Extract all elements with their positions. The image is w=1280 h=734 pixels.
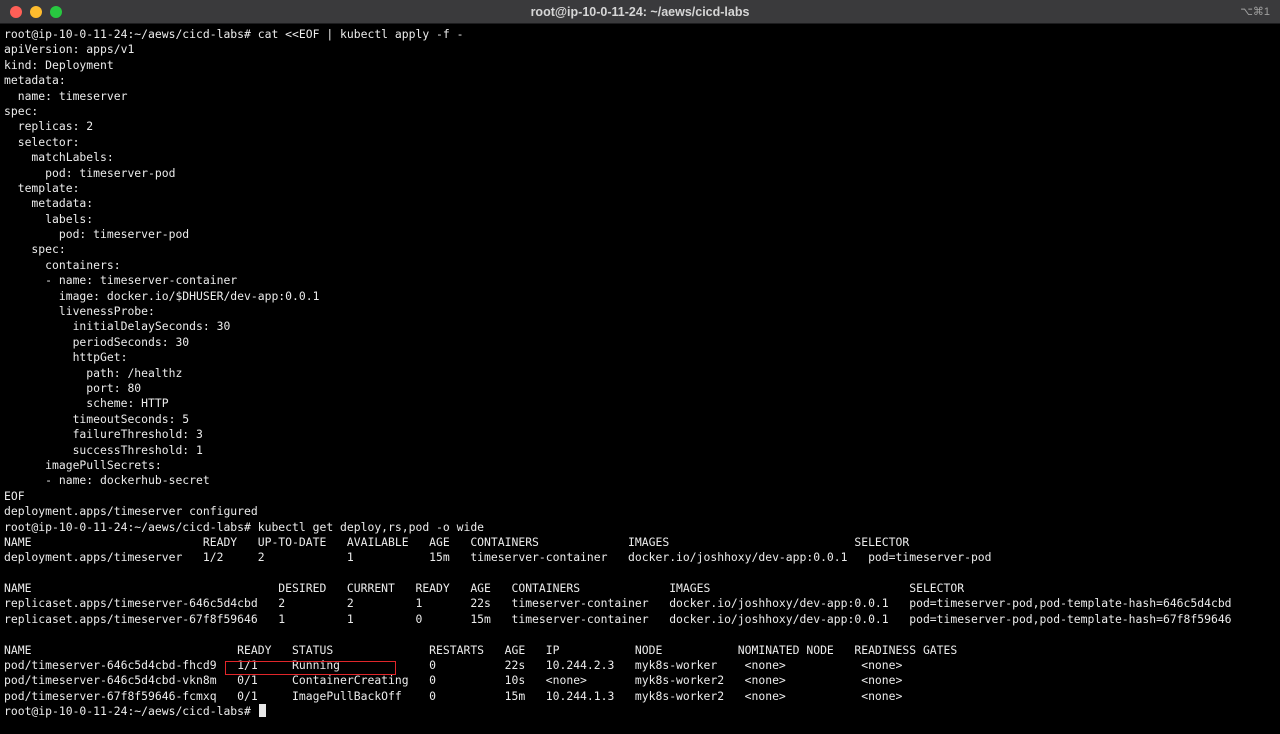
terminal-line-text: pod: timeserver-pod <box>4 227 190 242</box>
terminal-line-text: matchLabels: <box>4 150 114 165</box>
terminal-line: path: /healthz <box>4 366 1276 381</box>
terminal-line: pod: timeserver-pod <box>4 166 1276 181</box>
terminal-line-text: NAME READY STATUS RESTARTS AGE IP NODE N… <box>4 642 958 657</box>
terminal-line-text: initialDelaySeconds: 30 <box>4 319 231 334</box>
terminal-line-text: EOF <box>4 488 25 503</box>
terminal-line-text: deployment.apps/timeserver configured <box>4 504 258 519</box>
terminal-line-text: metadata: <box>4 196 94 211</box>
terminal-line: pod: timeserver-pod <box>4 227 1276 242</box>
terminal-line: NAME DESIRED CURRENT READY AGE CONTAINER… <box>4 581 1276 596</box>
terminal-line-text: failureThreshold: 3 <box>4 427 203 442</box>
terminal-line-text: livenessProbe: <box>4 304 155 319</box>
terminal-line-text: port: 80 <box>4 380 142 395</box>
terminal-line-text: spec: <box>4 103 39 118</box>
terminal-line-text: periodSeconds: 30 <box>4 334 190 349</box>
terminal-line: - name: timeserver-container <box>4 273 1276 288</box>
terminal-line-text: deployment.apps/timeserver 1/2 2 1 15m t… <box>4 550 992 565</box>
terminal-line-text: template: <box>4 180 80 195</box>
terminal-line: httpGet: <box>4 350 1276 365</box>
window-titlebar: root@ip-10-0-11-24: ~/aews/cicd-labs ⌥⌘1 <box>0 0 1280 24</box>
terminal-line: timeoutSeconds: 5 <box>4 412 1276 427</box>
terminal-line: EOF <box>4 489 1276 504</box>
terminal-line: periodSeconds: 30 <box>4 335 1276 350</box>
terminal-line: port: 80 <box>4 381 1276 396</box>
terminal-line-text: NAME DESIRED CURRENT READY AGE CONTAINER… <box>4 581 965 596</box>
terminal-line-text: NAME READY UP-TO-DATE AVAILABLE AGE CONT… <box>4 534 910 549</box>
terminal-line: NAME READY STATUS RESTARTS AGE IP NODE N… <box>4 643 1276 658</box>
terminal-line: NAME READY UP-TO-DATE AVAILABLE AGE CONT… <box>4 535 1276 550</box>
terminal-line: kind: Deployment <box>4 58 1276 73</box>
terminal-line-text: - name: dockerhub-secret <box>4 473 210 488</box>
terminal-line-text: image: docker.io/$DHUSER/dev-app:0.0.1 <box>4 288 320 303</box>
terminal-line-text: httpGet: <box>4 350 128 365</box>
terminal-line: root@ip-10-0-11-24:~/aews/cicd-labs# kub… <box>4 520 1276 535</box>
terminal-line-text: selector: <box>4 134 80 149</box>
window-shortcut: ⌥⌘1 <box>1240 6 1270 18</box>
terminal-line-text: metadata: <box>4 73 66 88</box>
terminal-line-text: root@ip-10-0-11-24:~/aews/cicd-labs# <box>4 704 258 719</box>
terminal-line: livenessProbe: <box>4 304 1276 319</box>
terminal-line-text: replicas: 2 <box>4 119 94 134</box>
terminal-line-text: pod/timeserver-646c5d4cbd-fhcd9 1/1 Runn… <box>4 658 903 673</box>
terminal-line: containers: <box>4 258 1276 273</box>
terminal-line-text: labels: <box>4 211 94 226</box>
terminal-line-text: apiVersion: apps/v1 <box>4 42 135 57</box>
terminal-line-text: root@ip-10-0-11-24:~/aews/cicd-labs# kub… <box>4 519 485 534</box>
terminal-line-text: containers: <box>4 257 121 272</box>
terminal-line-text: kind: Deployment <box>4 57 114 72</box>
terminal-line: initialDelaySeconds: 30 <box>4 319 1276 334</box>
terminal-line-text: replicaset.apps/timeserver-67f8f59646 1 … <box>4 611 1232 626</box>
terminal-cursor <box>258 704 266 718</box>
terminal-line-text: replicaset.apps/timeserver-646c5d4cbd 2 … <box>4 596 1232 611</box>
terminal-line: spec: <box>4 242 1276 257</box>
terminal-line-text: name: timeserver <box>4 88 128 103</box>
terminal-line: failureThreshold: 3 <box>4 427 1276 442</box>
terminal-line: replicaset.apps/timeserver-646c5d4cbd 2 … <box>4 596 1276 611</box>
terminal-line: spec: <box>4 104 1276 119</box>
terminal-line-text: root@ip-10-0-11-24:~/aews/cicd-labs# cat… <box>4 27 464 41</box>
terminal-line: metadata: <box>4 73 1276 88</box>
terminal-line-text: scheme: HTTP <box>4 396 169 411</box>
terminal-line: deployment.apps/timeserver 1/2 2 1 15m t… <box>4 550 1276 565</box>
terminal-line: pod/timeserver-67f8f59646-fcmxq 0/1 Imag… <box>4 689 1276 704</box>
terminal-line: pod/timeserver-646c5d4cbd-fhcd9 1/1 Runn… <box>4 658 1276 673</box>
terminal-line-text: imagePullSecrets: <box>4 457 162 472</box>
terminal-line: replicas: 2 <box>4 119 1276 134</box>
terminal-line: image: docker.io/$DHUSER/dev-app:0.0.1 <box>4 289 1276 304</box>
terminal-line: matchLabels: <box>4 150 1276 165</box>
terminal-line: pod/timeserver-646c5d4cbd-vkn8m 0/1 Cont… <box>4 673 1276 688</box>
terminal-line: scheme: HTTP <box>4 396 1276 411</box>
terminal-line: root@ip-10-0-11-24:~/aews/cicd-labs# <box>4 704 1276 719</box>
terminal-line: selector: <box>4 135 1276 150</box>
terminal-line: deployment.apps/timeserver configured <box>4 504 1276 519</box>
terminal-line: successThreshold: 1 <box>4 443 1276 458</box>
terminal-line-text: - name: timeserver-container <box>4 273 238 288</box>
terminal-line-text: path: /healthz <box>4 365 183 380</box>
terminal-line: name: timeserver <box>4 89 1276 104</box>
terminal-line-text: timeoutSeconds: 5 <box>4 411 190 426</box>
terminal-line-text: spec: <box>4 242 66 257</box>
terminal-line-text: successThreshold: 1 <box>4 442 203 457</box>
terminal-line: labels: <box>4 212 1276 227</box>
window-title: root@ip-10-0-11-24: ~/aews/cicd-labs <box>530 5 750 19</box>
terminal-line: - name: dockerhub-secret <box>4 473 1276 488</box>
terminal-line: replicaset.apps/timeserver-67f8f59646 1 … <box>4 612 1276 627</box>
terminal-line: apiVersion: apps/v1 <box>4 42 1276 57</box>
running-status-highlight <box>225 661 396 675</box>
terminal-line: metadata: <box>4 196 1276 211</box>
terminal-line-text: pod: timeserver-pod <box>4 165 176 180</box>
terminal-line: imagePullSecrets: <box>4 458 1276 473</box>
terminal-output[interactable]: root@ip-10-0-11-24:~/aews/cicd-labs# cat… <box>4 27 1276 734</box>
terminal-line: root@ip-10-0-11-24:~/aews/cicd-labs# cat… <box>4 27 1276 42</box>
terminal-line-text: pod/timeserver-646c5d4cbd-vkn8m 0/1 Cont… <box>4 673 903 688</box>
terminal-line-text: pod/timeserver-67f8f59646-fcmxq 0/1 Imag… <box>4 688 903 703</box>
terminal-line: template: <box>4 181 1276 196</box>
